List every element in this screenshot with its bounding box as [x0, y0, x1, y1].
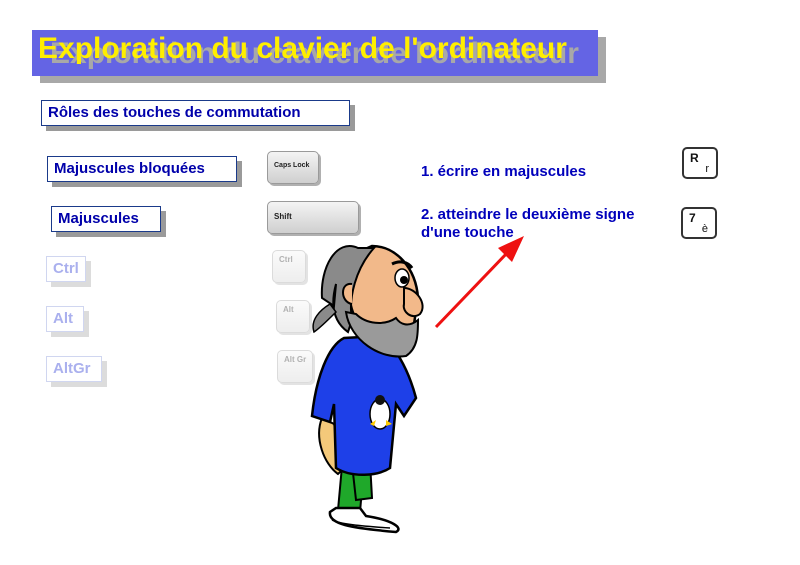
mascot-character-icon: [310, 244, 424, 534]
